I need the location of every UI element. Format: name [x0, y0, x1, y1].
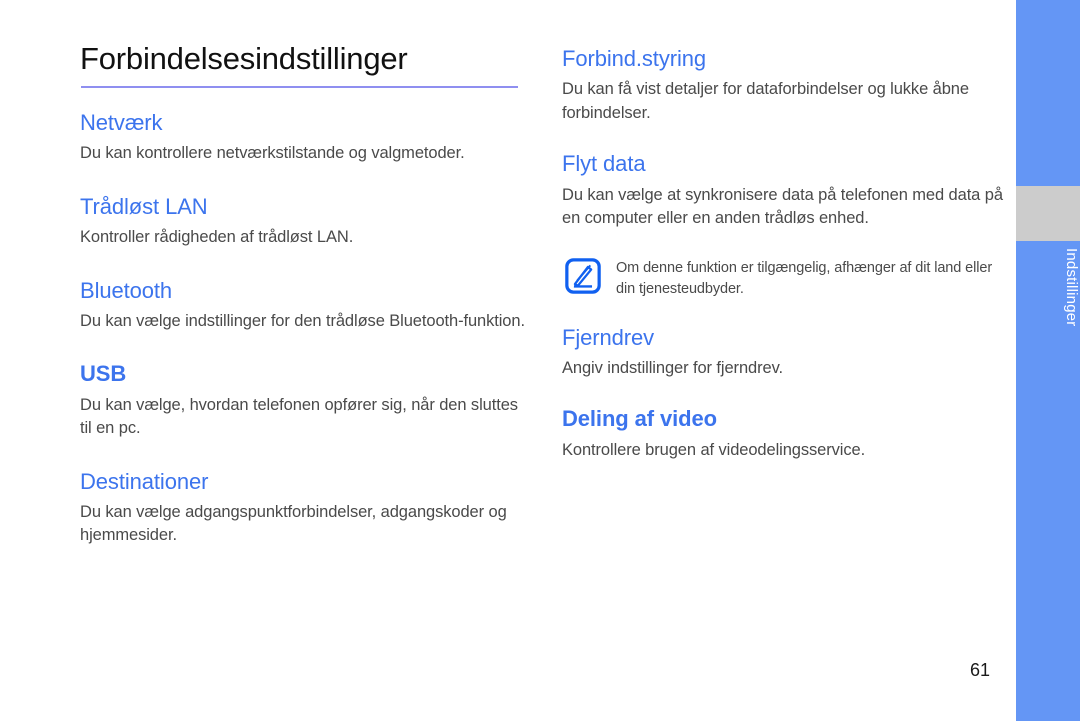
section-fjerndrev: Fjerndrev Angiv indstillinger for fjernd…	[562, 325, 1007, 381]
section-deling-af-video: Deling af video Kontrollere brugen af vi…	[562, 406, 1007, 462]
section-heading: Bluetooth	[80, 277, 173, 303]
section-body: Du kan vælge at synkronisere data på tel…	[562, 185, 1003, 228]
section-heading: Deling af video	[562, 406, 717, 432]
section-heading: USB	[80, 361, 127, 387]
document-page: Forbindelsesindstillinger Netværk Du kan…	[0, 0, 1080, 721]
chapter-tab-strip: Indstillinger	[1016, 0, 1080, 721]
right-column: Forbind.styring Du kan få vist detaljer …	[562, 46, 1007, 488]
section-forbind-styring: Forbind.styring Du kan få vist detaljer …	[562, 46, 1007, 125]
section-body: Du kan vælge adgangspunktforbindelser, a…	[80, 503, 507, 545]
section-body: Du kan kontrollere netværkstilstande og …	[80, 144, 465, 163]
note-text: Om denne funktion er tilgængelig, afhæng…	[616, 260, 993, 298]
section-heading: Flyt data	[562, 151, 646, 177]
section-body: Du kan vælge, hvordan telefonen opfører …	[80, 395, 518, 438]
section-body: Du kan få vist detaljer for dataforbinde…	[562, 80, 969, 122]
chapter-tab-label: Indstillinger	[1063, 248, 1080, 327]
note-callout: Om denne funktion er tilgængelig, afhæng…	[564, 256, 1007, 300]
section-flyt-data: Flyt data Du kan vælge at synkronisere d…	[562, 151, 1007, 230]
section-body: Kontrollere brugen af videodelingsservic…	[562, 440, 866, 459]
section-heading: Forbind.styring	[562, 46, 707, 71]
section-netvaerk: Netværk Du kan kontrollere netværkstilst…	[80, 110, 530, 166]
page-title: Forbindelsesindstillinger	[80, 41, 408, 76]
section-body: Angiv indstillinger for fjerndrev.	[562, 358, 783, 377]
page-number: 61	[969, 660, 990, 680]
section-body: Du kan vælge indstillinger for den trådl…	[80, 312, 525, 331]
chapter-tab-gap	[1016, 186, 1080, 241]
section-body: Kontroller rådigheden af trådløst LAN.	[80, 228, 354, 247]
section-usb: USB Du kan vælge, hvordan telefonen opfø…	[80, 361, 530, 440]
section-heading: Netværk	[80, 110, 163, 135]
section-bluetooth: Bluetooth Du kan vælge indstillinger for…	[80, 278, 530, 334]
section-heading: Fjerndrev	[562, 324, 655, 350]
section-tradlost-lan: Trådløst LAN Kontroller rådigheden af tr…	[80, 194, 530, 250]
section-heading: Destinationer	[80, 468, 209, 494]
left-column: Netværk Du kan kontrollere netværkstilst…	[80, 110, 530, 576]
title-underline-rule	[81, 86, 518, 88]
note-pen-icon	[564, 257, 602, 295]
section-heading: Trådløst LAN	[80, 193, 208, 219]
section-destinationer: Destinationer Du kan vælge adgangspunktf…	[80, 469, 530, 548]
